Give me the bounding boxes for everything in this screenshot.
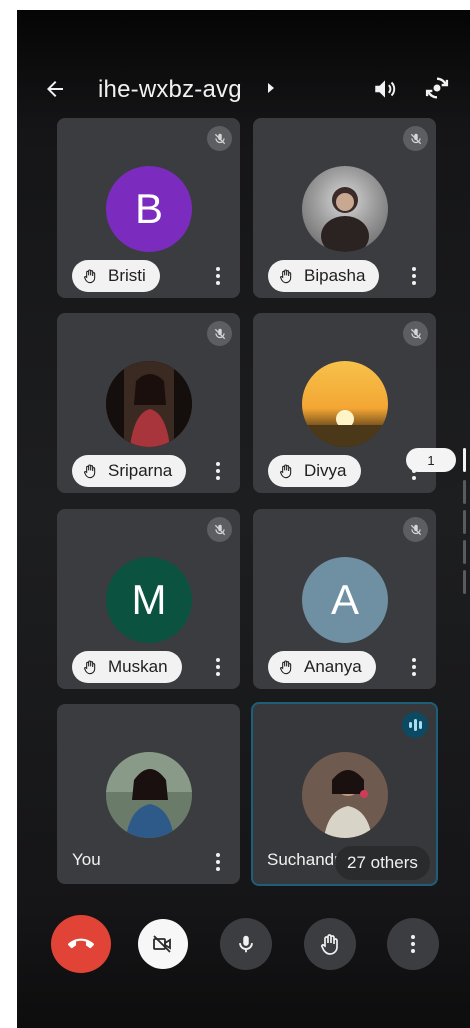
name-pill: Divya: [268, 455, 361, 487]
name-pill: Sriparna: [72, 455, 187, 487]
others-count-badge[interactable]: 27 others: [335, 846, 430, 880]
page-scroll-indicator[interactable]: [463, 510, 466, 534]
avatar-photo: [106, 752, 192, 838]
raised-hand-icon: [280, 660, 292, 675]
mic-off-icon: [403, 126, 428, 151]
more-vert-icon[interactable]: [412, 267, 416, 285]
page-scroll-indicator[interactable]: [463, 570, 466, 594]
raised-hand-icon: [84, 660, 96, 675]
more-vert-icon[interactable]: [216, 658, 220, 676]
participant-name: Divya: [304, 461, 347, 480]
avatar: A: [302, 557, 388, 643]
raise-hand-button[interactable]: [304, 918, 356, 970]
participant-name: Ananya: [304, 657, 362, 676]
avatar-photo: [302, 166, 388, 252]
raised-hand-icon: [84, 269, 96, 284]
more-vert-icon[interactable]: [216, 267, 220, 285]
speaking-indicator-icon: [402, 712, 428, 738]
chevron-right-icon[interactable]: [268, 83, 274, 93]
raised-hand-icon: [280, 464, 292, 479]
speaker-icon[interactable]: [372, 76, 398, 102]
mic-off-icon: [403, 517, 428, 542]
more-vert-icon[interactable]: [216, 853, 220, 871]
mic-off-icon: [207, 126, 232, 151]
avatar-photo: [302, 752, 388, 838]
name-pill: Bipasha: [268, 260, 380, 292]
participant-name: Sriparna: [108, 461, 173, 480]
name-pill: Ananya: [268, 651, 376, 683]
participant-tile-bristi[interactable]: B Bristi: [57, 118, 240, 298]
participant-tile-suchandra[interactable]: Suchandr 27 others: [251, 702, 438, 886]
name-pill: Bristi: [72, 260, 160, 292]
participant-name: Muskan: [108, 657, 168, 676]
participant-name: Bipasha: [304, 266, 366, 285]
end-call-icon: [68, 938, 94, 949]
meet-screen: ihe-wxbz-avg B Bristi Bipasha Sriparna D…: [17, 10, 470, 1028]
mic-off-icon: [207, 517, 232, 542]
avatar-photo: [302, 361, 388, 447]
name-pill: Muskan: [72, 651, 182, 683]
videocam-off-icon: [153, 935, 171, 953]
avatar: M: [106, 557, 192, 643]
top-bar: ihe-wxbz-avg: [17, 10, 470, 110]
participant-name: You: [72, 850, 101, 869]
avatar: B: [106, 166, 192, 252]
meeting-code[interactable]: ihe-wxbz-avg: [98, 76, 242, 104]
microphone-button[interactable]: [220, 918, 272, 970]
camera-off-button[interactable]: [138, 919, 188, 969]
participant-tile-sriparna[interactable]: Sriparna: [57, 313, 240, 493]
participant-tile-muskan[interactable]: M Muskan: [57, 509, 240, 689]
raised-hand-icon: [280, 269, 292, 284]
participant-tile-ananya[interactable]: A Ananya: [253, 509, 436, 689]
participant-name: Bristi: [108, 266, 146, 285]
participant-tile-bipasha[interactable]: Bipasha: [253, 118, 436, 298]
raise-hand-icon: [321, 934, 338, 955]
more-vert-icon[interactable]: [216, 462, 220, 480]
call-controls: [17, 915, 470, 975]
mic-off-icon: [403, 321, 428, 346]
participant-tile-you[interactable]: You: [57, 704, 240, 884]
mic-off-icon: [207, 321, 232, 346]
end-call-button[interactable]: [51, 915, 111, 973]
more-vert-icon[interactable]: [412, 658, 416, 676]
avatar-photo: [106, 361, 192, 447]
page-scroll-indicator-current[interactable]: [463, 448, 466, 472]
switch-camera-icon[interactable]: [423, 74, 451, 102]
page-scroll-indicator[interactable]: [463, 540, 466, 564]
page-indicator: 1: [406, 448, 456, 472]
raised-hand-icon: [84, 464, 96, 479]
more-options-button[interactable]: [387, 918, 439, 970]
more-vert-icon: [411, 935, 415, 953]
mic-icon: [239, 935, 253, 953]
back-arrow-icon[interactable]: [43, 77, 67, 101]
page-scroll-indicator[interactable]: [463, 480, 466, 504]
